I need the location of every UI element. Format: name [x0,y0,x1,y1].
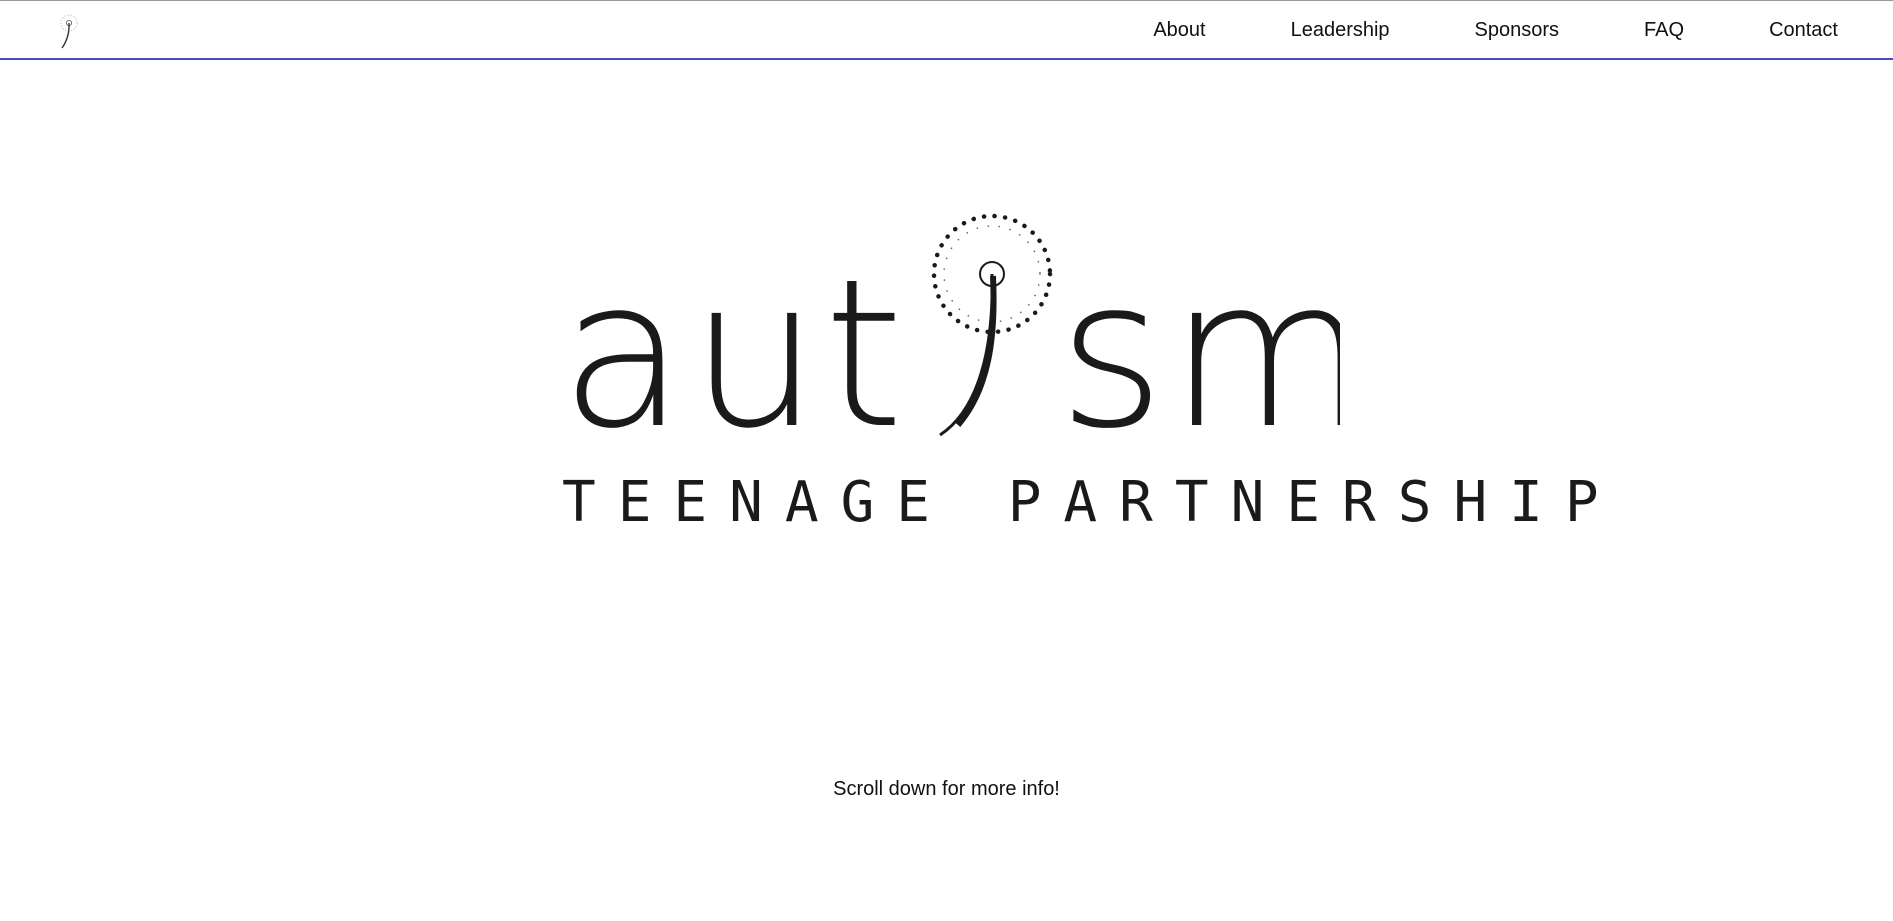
scroll-hint: Scroll down for more info! [833,778,1060,800]
tagline: TEENAGE PARTNERSHIP [562,470,1621,535]
nav-link-sponsors[interactable]: Sponsors [1475,19,1560,42]
dandelion-logo-icon[interactable] [54,13,82,51]
nav-link-faq[interactable]: FAQ [1644,19,1684,42]
dandelion-i-icon [931,213,1053,437]
wordmark-right: sm [1058,236,1340,474]
nav-link-contact[interactable]: Contact [1769,19,1838,42]
nav-link-leadership[interactable]: Leadership [1291,19,1390,42]
main-navigation: About Leadership Sponsors FAQ Contact [1153,1,1893,59]
top-navbar: About Leadership Sponsors FAQ Contact [0,0,1893,60]
nav-link-about[interactable]: About [1153,19,1205,42]
wordmark-left: aut [560,236,908,474]
